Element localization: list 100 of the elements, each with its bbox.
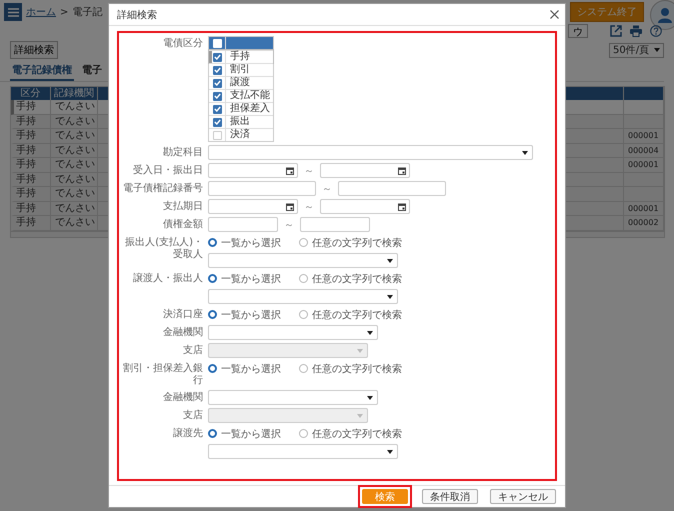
- radio-option[interactable]: 一覧から選択: [208, 362, 281, 376]
- input-field[interactable]: [338, 181, 446, 196]
- checkbox[interactable]: [212, 78, 222, 88]
- menu-button[interactable]: [4, 3, 22, 21]
- close-button[interactable]: [550, 10, 559, 19]
- radio-button[interactable]: [299, 364, 308, 373]
- field-label: 譲渡人・振出人: [132, 272, 203, 285]
- item-label: 振出: [229, 116, 251, 128]
- option-label: 任意の文字列で検索: [312, 428, 402, 440]
- menu-icon: [8, 8, 18, 16]
- list-item[interactable]: 支払不能: [209, 89, 273, 102]
- select-field[interactable]: [208, 145, 533, 160]
- dialog-button[interactable]: 条件取消: [422, 489, 478, 504]
- table-cell: 手持: [11, 100, 51, 114]
- field-label: 債権金額: [162, 218, 203, 231]
- table-cell: でんさい: [51, 144, 98, 158]
- table-cell: でんさい: [51, 172, 98, 187]
- radio-button[interactable]: [208, 364, 217, 373]
- table-cell: でんさい: [51, 129, 98, 144]
- caret-icon: [387, 258, 393, 262]
- list-item[interactable]: 手持: [209, 50, 273, 63]
- table-cell: でんさい: [51, 114, 98, 129]
- caret-icon: [367, 396, 373, 400]
- option-label: 任意の文字列で検索: [312, 362, 402, 376]
- avatar[interactable]: [650, 0, 674, 30]
- dialog-title: 詳細検索: [117, 8, 157, 22]
- field-label: 支店: [182, 408, 203, 422]
- table-cell: 手持: [11, 144, 51, 158]
- caret-icon: [357, 348, 363, 352]
- select-field[interactable]: [208, 444, 398, 459]
- help-icon[interactable]: [650, 25, 662, 37]
- select-field[interactable]: [208, 325, 378, 340]
- list-item[interactable]: 担保差入: [209, 102, 273, 115]
- radio-button[interactable]: [299, 429, 308, 438]
- list-item[interactable]: 割引: [209, 63, 273, 76]
- detail-search-button[interactable]: 詳細検索: [10, 41, 58, 59]
- table-cell: 手持: [11, 158, 51, 172]
- dialog-button[interactable]: キャンセル: [490, 489, 556, 504]
- radio-option[interactable]: 任意の文字列で検索: [299, 362, 402, 376]
- page-size-select[interactable]: 50件/頁: [609, 42, 664, 58]
- select-field[interactable]: [208, 253, 398, 268]
- radio-button[interactable]: [299, 274, 308, 283]
- radio-option[interactable]: 一覧から選択: [208, 426, 281, 440]
- calendar-icon: [398, 166, 406, 174]
- item-label: 割引: [229, 64, 251, 76]
- radio-button[interactable]: [208, 238, 217, 247]
- radio-button[interactable]: [299, 310, 308, 319]
- radio-option[interactable]: 一覧から選択: [208, 236, 281, 250]
- select-field[interactable]: [208, 289, 398, 304]
- range-separator: ～: [304, 164, 314, 178]
- radio-option[interactable]: 任意の文字列で検索: [299, 236, 402, 250]
- date-field[interactable]: [320, 163, 410, 178]
- option-label: 任意の文字列で検索: [312, 236, 402, 250]
- checkbox[interactable]: [212, 104, 222, 114]
- radio-button[interactable]: [208, 429, 217, 438]
- checkbox[interactable]: [212, 52, 222, 62]
- list-item[interactable]: 決済: [209, 128, 273, 141]
- option-label: 一覧から選択: [221, 308, 281, 322]
- checkbox[interactable]: [212, 92, 222, 100]
- list-item[interactable]: 譲渡: [209, 76, 273, 89]
- table-cell: でんさい: [51, 158, 98, 172]
- list-item[interactable]: 振出: [209, 115, 273, 128]
- select-all-checkbox[interactable]: [212, 39, 222, 48]
- radio-option[interactable]: 任意の文字列で検索: [299, 426, 402, 440]
- radio-option[interactable]: 任意の文字列で検索: [299, 272, 402, 286]
- toolbar-button[interactable]: ウ: [568, 24, 588, 38]
- option-label: 一覧から選択: [221, 428, 281, 440]
- date-field[interactable]: [208, 199, 298, 214]
- table-cell: 手持: [11, 187, 51, 202]
- table-cell: 手持: [11, 172, 51, 187]
- radio-option[interactable]: 一覧から選択: [208, 272, 281, 286]
- field-label: 受入日・振出日: [132, 164, 203, 177]
- field-label: 電債区分: [162, 37, 203, 50]
- checkbox[interactable]: [212, 66, 222, 74]
- radio-button[interactable]: [208, 310, 217, 319]
- input-field[interactable]: [208, 181, 316, 196]
- radio-button[interactable]: [208, 274, 217, 283]
- checkbox[interactable]: [212, 118, 222, 126]
- radio-button[interactable]: [299, 238, 308, 247]
- field-label: 勘定科目: [162, 146, 203, 159]
- date-field[interactable]: [320, 199, 410, 214]
- option-label: 任意の文字列で検索: [312, 272, 402, 286]
- table-cell: 手持: [11, 202, 51, 216]
- tab[interactable]: 電子: [80, 61, 104, 81]
- radio-option[interactable]: 任意の文字列で検索: [299, 308, 402, 322]
- item-label: 支払不能: [229, 90, 271, 102]
- page-size-value: 50件/頁: [613, 44, 650, 57]
- select-field[interactable]: [208, 390, 378, 405]
- date-field[interactable]: [208, 163, 298, 178]
- field-label: 譲渡先: [172, 426, 203, 440]
- caret-icon: [357, 414, 363, 418]
- range-separator: ～: [322, 182, 332, 196]
- export-icon[interactable]: [610, 25, 622, 37]
- table-cell: 000001: [624, 202, 664, 216]
- radio-option[interactable]: 一覧から選択: [208, 308, 281, 322]
- print-icon[interactable]: [630, 25, 642, 37]
- input-field[interactable]: [208, 217, 278, 232]
- input-field[interactable]: [300, 217, 370, 232]
- breadcrumb-separator: >: [60, 6, 68, 18]
- caret-icon: [387, 450, 393, 454]
